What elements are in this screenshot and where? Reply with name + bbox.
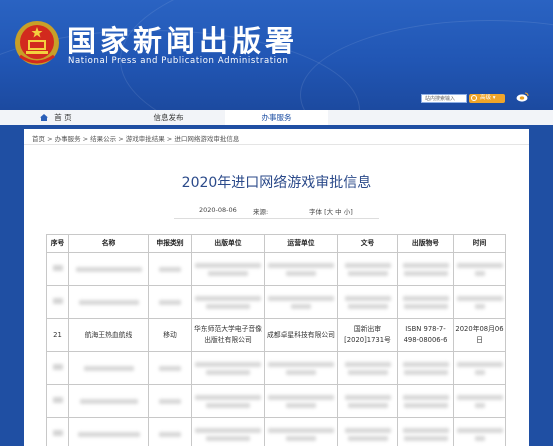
cell-isbn: ISBN 978-7-498-08006-6	[397, 318, 454, 352]
nav-item-label: 信息发布	[153, 113, 184, 122]
nav-item-label: 办事服务	[261, 113, 292, 122]
nav-item-label: 首 页	[54, 113, 72, 122]
nav-item-services[interactable]: 办事服务	[225, 110, 328, 125]
cell-number: 21	[46, 318, 69, 352]
search-button[interactable]: 高级 ▾	[469, 94, 505, 103]
search-input[interactable]: 站内搜索输入	[421, 94, 467, 103]
publish-date: 2020-08-06	[199, 206, 237, 214]
breadcrumb[interactable]: 首页 > 办事服务 > 结果公示 > 游戏审批结果 > 进口网络游戏审批信息	[32, 133, 239, 143]
nav-item-info[interactable]: 信息发布	[112, 110, 225, 125]
column-header: 文号	[337, 234, 398, 253]
column-header: 出版物号	[397, 234, 454, 253]
content-panel: 首页 > 办事服务 > 结果公示 > 游戏审批结果 > 进口网络游戏审批信息 2…	[24, 129, 529, 446]
main-nav: 首 页 信息发布 办事服务	[0, 110, 553, 125]
cell-operator: 成都卓星科技有限公司	[264, 318, 338, 352]
home-icon	[40, 114, 49, 121]
table-row-blurred	[46, 285, 506, 319]
column-header: 出版单位	[191, 234, 265, 253]
approval-table: 序号 名称 申报类别 出版单位 运营单位 文号 出版物号 时间 21 航海王热血…	[46, 234, 506, 446]
table-row-blurred	[46, 384, 506, 418]
search-button-label: 高级	[480, 95, 492, 101]
column-header: 序号	[46, 234, 69, 253]
page-title: 2020年进口网络游戏审批信息	[181, 175, 372, 191]
cell-date: 2020年08月06日	[453, 318, 506, 352]
cell-publisher: 华东师范大学电子音像出版社有限公司	[191, 318, 265, 352]
site-header: 国家新闻出版署 National Press and Publication A…	[0, 0, 553, 110]
table-row-blurred	[46, 417, 506, 446]
font-size-control[interactable]: 字体 [大 中 小]	[309, 206, 353, 216]
column-header: 运营单位	[264, 234, 338, 253]
site-logo-title: 国家新闻出版署	[67, 24, 299, 58]
column-header: 申报类别	[148, 234, 192, 253]
divider	[24, 144, 529, 145]
cell-category: 移动	[148, 318, 192, 352]
column-header: 名称	[68, 234, 149, 253]
table-row: 21 航海王热血航线 移动 华东师范大学电子音像出版社有限公司 成都卓星科技有限…	[46, 318, 506, 352]
column-header: 时间	[453, 234, 506, 253]
cell-game-name: 航海王热血航线	[68, 318, 149, 352]
national-emblem-icon	[15, 21, 59, 65]
search-icon	[471, 95, 477, 101]
table-row-blurred	[46, 351, 506, 385]
table-row-blurred	[46, 252, 506, 286]
weibo-icon[interactable]	[516, 92, 529, 102]
nav-item-home[interactable]: 首 页	[0, 110, 112, 125]
source-label: 来源:	[253, 208, 269, 216]
site-logo-subtitle: National Press and Publication Administr…	[68, 56, 289, 66]
divider	[174, 218, 379, 219]
table-header-row: 序号 名称 申报类别 出版单位 运营单位 文号 出版物号 时间	[46, 234, 506, 253]
cell-approval-number: 国新出审[2020]1731号	[337, 318, 398, 352]
